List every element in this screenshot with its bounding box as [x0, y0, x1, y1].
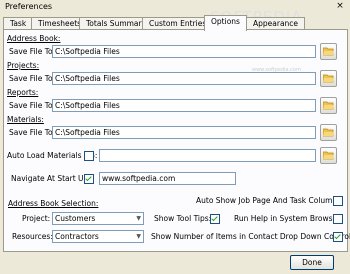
done-button[interactable]: Done: [290, 255, 334, 270]
auto-show-checkbox[interactable]: [333, 196, 343, 206]
folder-icon: [323, 74, 334, 83]
materials-path-field[interactable]: C:\Softpedia Files: [52, 126, 316, 139]
show-number-label: Show Number of Items in Contact Drop Dow…: [151, 232, 350, 241]
reports-save-label: Save File To:: [9, 101, 56, 110]
folder-icon: [323, 151, 334, 160]
navigate-checkbox[interactable]: [84, 174, 94, 184]
run-help-checkbox[interactable]: [333, 214, 343, 224]
projects-browse-button[interactable]: [320, 70, 337, 87]
folder-icon: [323, 128, 334, 137]
auto-show-label: Auto Show Job Page And Task Columns:: [196, 196, 344, 205]
projects-path-field[interactable]: C:\Softpedia Files: [52, 72, 316, 85]
reports-heading: Reports:: [7, 88, 39, 97]
tool-tips-checkbox[interactable]: [210, 214, 220, 224]
auto-load-checkbox[interactable]: [84, 151, 94, 161]
chevron-down-icon: ▼: [136, 215, 141, 222]
projects-save-label: Save File To:: [9, 74, 56, 83]
materials-save-label: Save File To:: [9, 128, 56, 137]
address-book-heading: Address Book:: [7, 34, 61, 43]
materials-browse-button[interactable]: [320, 124, 337, 141]
auto-load-path-field[interactable]: [99, 149, 316, 162]
address-book-save-label: Save File To:: [9, 47, 56, 56]
auto-load-browse-button[interactable]: [320, 147, 337, 164]
tool-tips-label: Show Tool Tips:: [154, 214, 212, 223]
run-help-label: Run Help in System Browser:: [234, 214, 343, 223]
show-number-checkbox[interactable]: [333, 232, 343, 242]
options-panel: www.softpedia.com Address Book: Save Fil…: [3, 29, 350, 252]
materials-heading: Materials:: [7, 115, 44, 124]
window-title: Preferences: [5, 2, 53, 11]
project-select[interactable]: Customers ▼: [52, 212, 144, 225]
resources-label: Resources:: [12, 232, 53, 241]
resources-select[interactable]: Contractors ▼: [52, 230, 144, 243]
folder-icon: [323, 47, 334, 56]
preferences-window: Preferences × SOFTPEDIA Task Timesheets …: [0, 0, 350, 274]
reports-path-field[interactable]: C:\Softpedia Files: [52, 99, 316, 112]
chevron-down-icon: ▼: [136, 233, 141, 240]
navigate-label: Navigate At Start Up:: [11, 174, 91, 183]
project-select-value: Customers: [55, 214, 96, 223]
folder-icon: [323, 101, 334, 110]
close-icon[interactable]: ×: [334, 1, 346, 12]
navigate-url-field[interactable]: www.softpedia.com: [99, 172, 236, 185]
project-label: Project:: [22, 214, 51, 223]
address-book-browse-button[interactable]: [320, 43, 337, 60]
projects-heading: Projects:: [7, 61, 40, 70]
address-book-selection-heading: Address Book Selection:: [8, 199, 99, 208]
address-book-path-field[interactable]: C:\Softpedia Files: [52, 45, 316, 58]
reports-browse-button[interactable]: [320, 97, 337, 114]
resources-select-value: Contractors: [55, 232, 99, 241]
tab-options[interactable]: Options: [204, 15, 247, 31]
